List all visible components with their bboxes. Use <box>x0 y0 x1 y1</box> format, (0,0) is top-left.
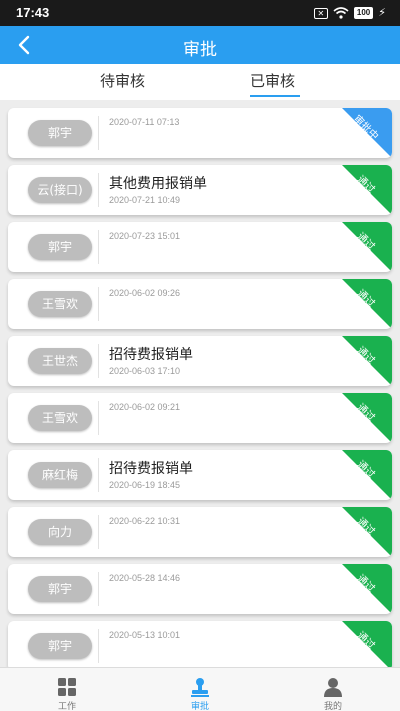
divider <box>98 287 99 321</box>
bottom-tab-label: 审批 <box>190 702 209 711</box>
applicant-name-chip: 郭宇 <box>28 576 92 602</box>
approval-card[interactable]: 王雪欢 2020-06-02 09:21 通过 <box>8 393 392 443</box>
applicant-name-chip: 王雪欢 <box>28 291 92 317</box>
wifi-icon <box>333 7 349 19</box>
charging-icon: ⚡ <box>378 6 386 19</box>
approval-card[interactable]: 王雪欢 2020-06-02 09:26 通过 <box>8 279 392 329</box>
submit-date: 2020-05-13 10:01 <box>109 630 181 640</box>
tab-reviewed[interactable]: 已审核 <box>250 70 295 91</box>
person-icon <box>324 678 342 697</box>
page-title: 审批 <box>183 40 217 60</box>
divider <box>98 458 99 492</box>
approval-card[interactable]: 麻红梅 招待费报销单 2020-06-19 18:45 通过 <box>8 450 392 500</box>
approval-card[interactable]: 郭宇 2020-05-28 14:46 通过 <box>8 564 392 614</box>
bottom-tab-work[interactable]: 工作 <box>37 668 97 711</box>
divider <box>98 629 99 663</box>
battery-icon: 100 <box>353 7 374 19</box>
nav-bar: 审批 <box>0 26 400 64</box>
submit-date: 2020-06-02 09:26 <box>109 288 181 298</box>
divider <box>98 116 99 150</box>
applicant-name-chip: 麻红梅 <box>28 462 92 488</box>
submit-date: 2020-05-28 14:46 <box>109 573 181 583</box>
applicant-name-chip: 郭宇 <box>28 633 92 659</box>
applicant-name-chip: 王雪欢 <box>28 405 92 431</box>
approval-list: 郭宇 2020-07-11 07:13 审批中 云(接口) 其他费用报销单 2020-07… <box>0 104 400 667</box>
applicant-name-chip: 郭宇 <box>28 234 92 260</box>
divider <box>98 173 99 207</box>
bottom-tab-bar: 工作 审批 我的 <box>0 667 400 711</box>
status-icons: ✕ 100 ⚡ <box>313 6 386 20</box>
divider <box>98 344 99 378</box>
divider <box>98 572 99 606</box>
divider <box>98 230 99 264</box>
form-title: 招待费报销单 <box>109 461 193 477</box>
review-tabs: 待审核 已审核 <box>0 64 400 100</box>
stamp-icon <box>191 678 209 697</box>
applicant-name-chip: 郭宇 <box>28 120 92 146</box>
submit-date: 2020-07-21 10:49 <box>109 195 181 205</box>
bottom-tab-label: 工作 <box>57 702 76 711</box>
bottom-tab-approval[interactable]: 审批 <box>170 668 230 711</box>
applicant-name-chip: 向力 <box>28 519 92 545</box>
submit-date: 2020-06-02 09:21 <box>109 402 181 412</box>
form-title: 招待费报销单 <box>109 347 193 363</box>
divider <box>98 401 99 435</box>
submit-date: 2020-06-19 18:45 <box>109 480 181 490</box>
approval-card[interactable]: 向力 2020-06-22 10:31 通过 <box>8 507 392 557</box>
form-title: 其他费用报销单 <box>109 176 207 192</box>
approval-card[interactable]: 郭宇 2020-07-23 15:01 通过 <box>8 222 392 272</box>
submit-date: 2020-07-11 07:13 <box>109 117 180 127</box>
bottom-tab-mine[interactable]: 我的 <box>303 668 363 711</box>
status-bar: 17:43 ✕ 100 ⚡ <box>0 0 400 26</box>
active-tab-indicator <box>250 95 300 97</box>
approval-card[interactable]: 郭宇 2020-07-11 07:13 审批中 <box>8 108 392 158</box>
tab-pending-review[interactable]: 待审核 <box>100 70 145 91</box>
approval-card[interactable]: 王世杰 招待费报销单 2020-06-03 17:10 通过 <box>8 336 392 386</box>
submit-date: 2020-06-03 17:10 <box>109 366 181 376</box>
bottom-tab-label: 我的 <box>323 702 342 711</box>
sim-icon: ✕ <box>313 7 328 19</box>
divider <box>98 515 99 549</box>
submit-date: 2020-06-22 10:31 <box>109 516 181 526</box>
applicant-name-chip: 云(接口) <box>28 177 92 203</box>
submit-date: 2020-07-23 15:01 <box>109 231 181 241</box>
status-time: 17:43 <box>16 5 50 20</box>
grid-icon <box>58 678 76 696</box>
approval-card[interactable]: 郭宇 2020-05-13 10:01 通过 <box>8 621 392 667</box>
approval-card[interactable]: 云(接口) 其他费用报销单 2020-07-21 10:49 通过 <box>8 165 392 215</box>
applicant-name-chip: 王世杰 <box>28 348 92 374</box>
